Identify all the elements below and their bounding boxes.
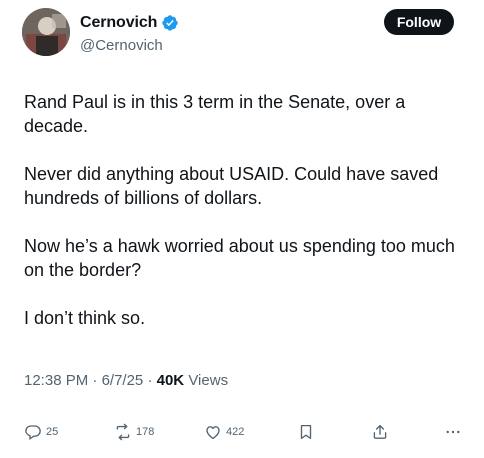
views-count: 40K [156,372,185,389]
reply-button[interactable]: 25 [24,418,58,446]
author-handle[interactable]: @Cernovich [80,37,179,54]
more-icon [446,430,460,434]
repost-count: 178 [136,426,155,438]
follow-button[interactable]: Follow [384,9,454,35]
author-name-row: Cernovich [80,12,179,34]
verified-badge-icon [161,14,179,32]
post-date[interactable]: 6/7/25 [102,372,144,389]
tweet-paragraph: Rand Paul is in this 3 term in the Senat… [24,92,406,136]
tweet-paragraph: Never did anything about USAID. Could ha… [24,164,439,208]
post-time[interactable]: 12:38 PM [24,372,88,389]
repost-icon [116,423,130,441]
avatar[interactable] [22,8,70,56]
post: Cernovich @Cernovich Follow Rand Paul is… [0,0,484,458]
reply-count: 25 [46,426,59,438]
like-icon [206,426,220,440]
bookmark-button[interactable] [297,418,315,446]
share-button[interactable] [371,418,389,446]
tweet-text: Rand Paul is in this 3 term in the Senat… [24,90,464,354]
repost-button[interactable]: 178 [114,418,154,446]
bookmark-icon [300,424,312,440]
author-name[interactable]: Cernovich [80,14,157,32]
avatar-photo [22,8,70,56]
like-count: 422 [226,426,245,438]
author-block: Cernovich @Cernovich [80,12,179,54]
tweet-paragraph: Now he’s a hawk worried about us spendin… [24,236,455,280]
meta-separator: · [92,372,102,389]
share-icon [373,424,387,439]
like-button[interactable]: 422 [204,418,244,446]
action-bar: 25 178 422 [0,418,484,446]
views-label: Views [188,372,229,389]
meta-separator: · [147,372,157,389]
tweet-meta: 12:38 PM · 6/7/25 · 40K Views [24,372,228,389]
reply-icon [25,425,41,441]
more-button[interactable] [444,418,462,446]
tweet-paragraph: I don’t think so. [24,308,146,328]
